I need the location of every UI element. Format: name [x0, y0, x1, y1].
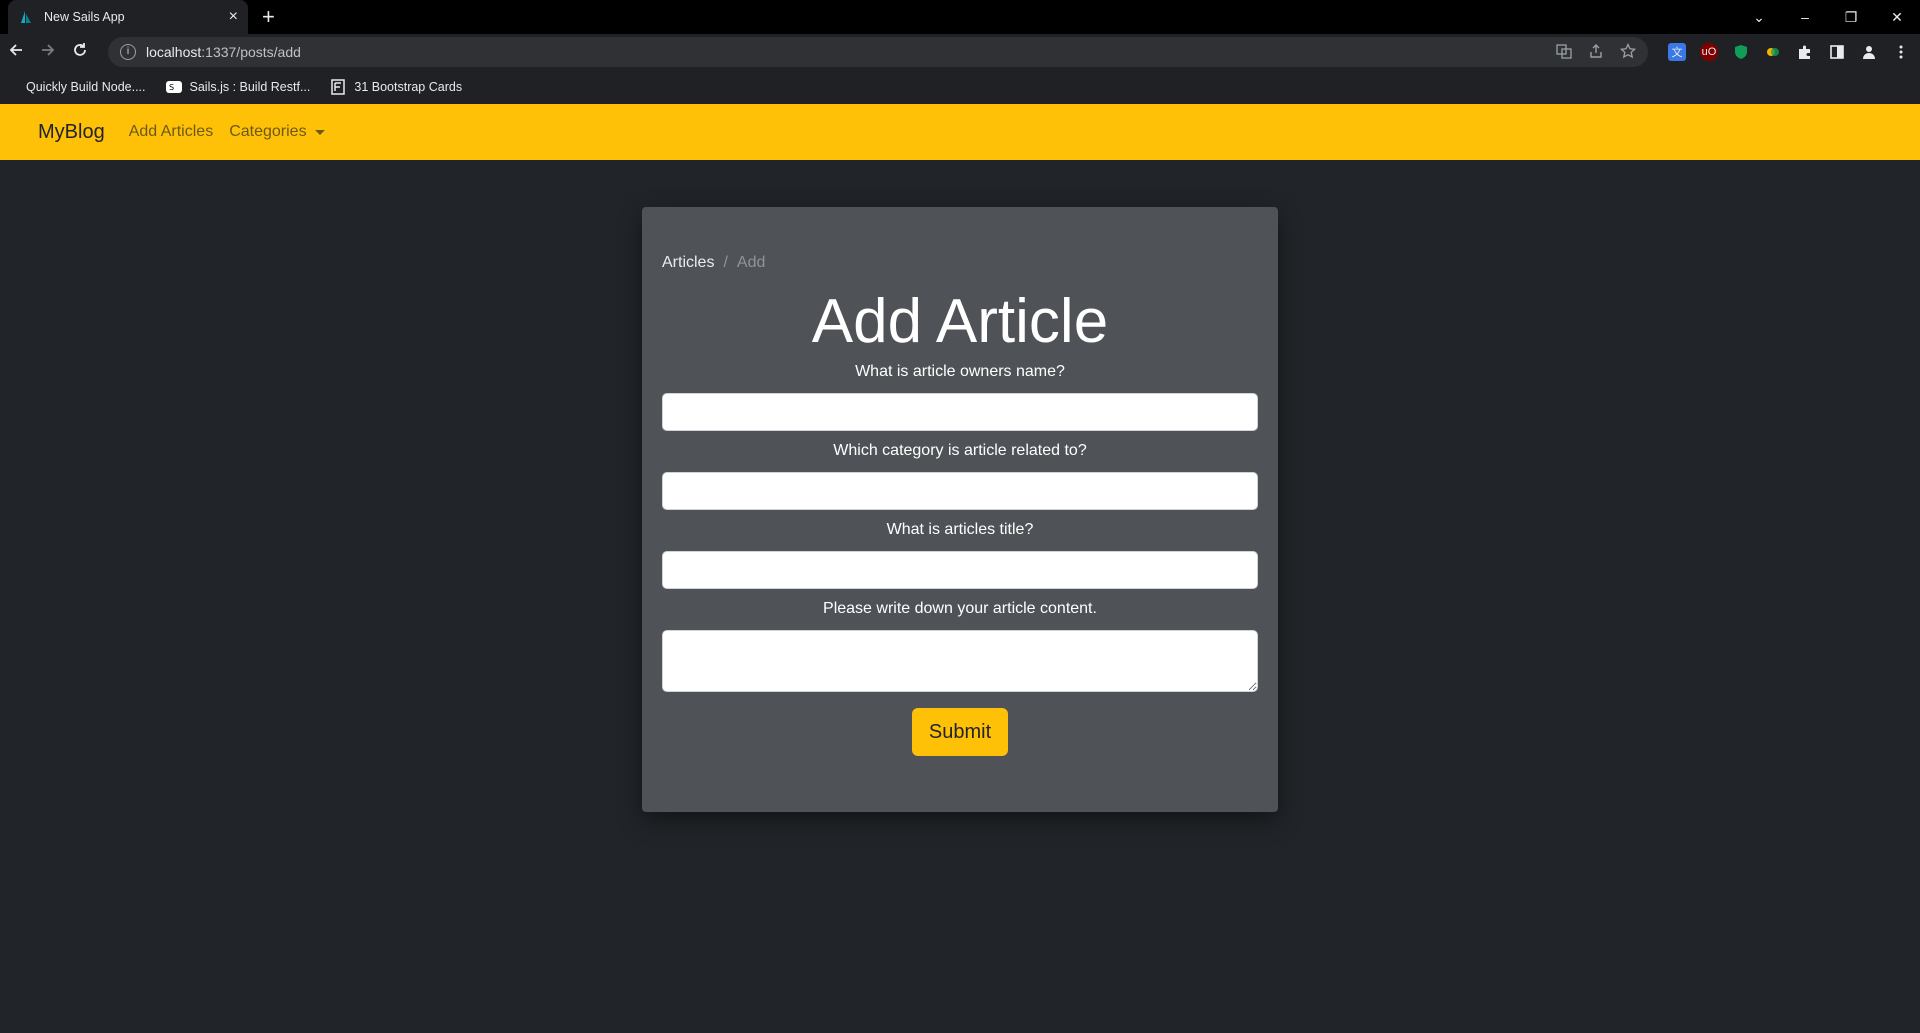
- address-bar[interactable]: i localhost:1337/posts/add: [108, 37, 1648, 67]
- close-window-button[interactable]: ✕: [1874, 9, 1920, 26]
- category-input[interactable]: [662, 472, 1258, 510]
- omnibox-actions: [1556, 37, 1637, 67]
- svg-text:S: S: [169, 83, 174, 92]
- submit-button[interactable]: Submit: [911, 708, 1009, 756]
- translate-icon[interactable]: [1556, 43, 1572, 62]
- navbar-brand[interactable]: MyBlog: [38, 121, 105, 144]
- extensions-area: 文 uO: [1668, 34, 1910, 70]
- breadcrumb-articles-link[interactable]: Articles: [662, 254, 714, 272]
- nav-dropdown-categories[interactable]: Categories: [229, 123, 325, 141]
- owner-name-input[interactable]: [662, 393, 1258, 431]
- ublock-origin-icon[interactable]: uO: [1700, 43, 1718, 61]
- sails-favicon-icon: [18, 9, 34, 25]
- nav-link-add-articles[interactable]: Add Articles: [129, 123, 213, 141]
- new-tab-button[interactable]: +: [262, 4, 275, 30]
- tab-close-icon[interactable]: ×: [229, 8, 238, 26]
- profile-avatar-icon[interactable]: [1860, 43, 1878, 61]
- title-label: What is articles title?: [886, 521, 1034, 538]
- breadcrumb: Articles / Add: [662, 254, 1258, 272]
- category-label: Which category is article related to?: [833, 442, 1087, 459]
- side-panel-icon[interactable]: [1828, 43, 1846, 61]
- article-title-input[interactable]: [662, 551, 1258, 589]
- bookmark-item[interactable]: S Sails.js : Build Restf...: [165, 79, 310, 95]
- sails-logo-icon: S: [165, 79, 182, 95]
- breadcrumb-current: Add: [736, 254, 766, 271]
- content-label: Please write down your article content.: [823, 600, 1097, 617]
- browser-toolbar: i localhost:1337/posts/add 文 uO: [0, 34, 1920, 70]
- extensions-puzzle-icon[interactable]: [1796, 43, 1814, 61]
- breadcrumb-separator: /: [723, 254, 728, 271]
- bookmark-item[interactable]: Quickly Build Node....: [26, 80, 146, 94]
- add-article-card: Articles / Add Add Article What is artic…: [642, 207, 1278, 812]
- reload-icon[interactable]: [64, 42, 96, 63]
- tab-title: New Sails App: [44, 10, 125, 24]
- back-arrow-icon[interactable]: [0, 42, 32, 63]
- forward-arrow-icon[interactable]: [32, 42, 64, 63]
- restore-button[interactable]: ❐: [1828, 9, 1874, 26]
- bookmarks-bar: Quickly Build Node.... S Sails.js : Buil…: [0, 70, 1920, 104]
- url-text[interactable]: localhost:1337/posts/add: [146, 44, 301, 60]
- window-controls: ⌄ – ❐ ✕: [1736, 0, 1920, 34]
- google-translate-extension-icon[interactable]: 文: [1668, 43, 1686, 61]
- bootstrap-cards-icon: [330, 78, 346, 95]
- browser-tab[interactable]: New Sails App ×: [8, 0, 248, 34]
- browser-menu-icon[interactable]: [1892, 43, 1910, 61]
- bookmark-star-icon[interactable]: [1619, 42, 1637, 62]
- shield-extension-icon[interactable]: [1732, 43, 1750, 61]
- page-title: Add Article: [811, 287, 1109, 356]
- color-extension-icon[interactable]: [1764, 43, 1782, 61]
- share-icon[interactable]: [1588, 43, 1604, 62]
- owner-label: What is article owners name?: [855, 363, 1065, 380]
- submit-wrapper: Submit: [662, 708, 1258, 756]
- article-content-textarea[interactable]: [662, 630, 1258, 692]
- site-navbar: MyBlog Add Articles Categories: [0, 104, 1920, 160]
- caret-down-icon: [314, 129, 325, 135]
- tab-strip: New Sails App × + ⌄ – ❐ ✕: [0, 0, 1920, 34]
- bookmark-item[interactable]: 31 Bootstrap Cards: [330, 78, 462, 95]
- tab-search-icon[interactable]: ⌄: [1736, 9, 1782, 26]
- site-info-icon[interactable]: i: [120, 44, 136, 60]
- minimize-button[interactable]: –: [1782, 9, 1828, 25]
